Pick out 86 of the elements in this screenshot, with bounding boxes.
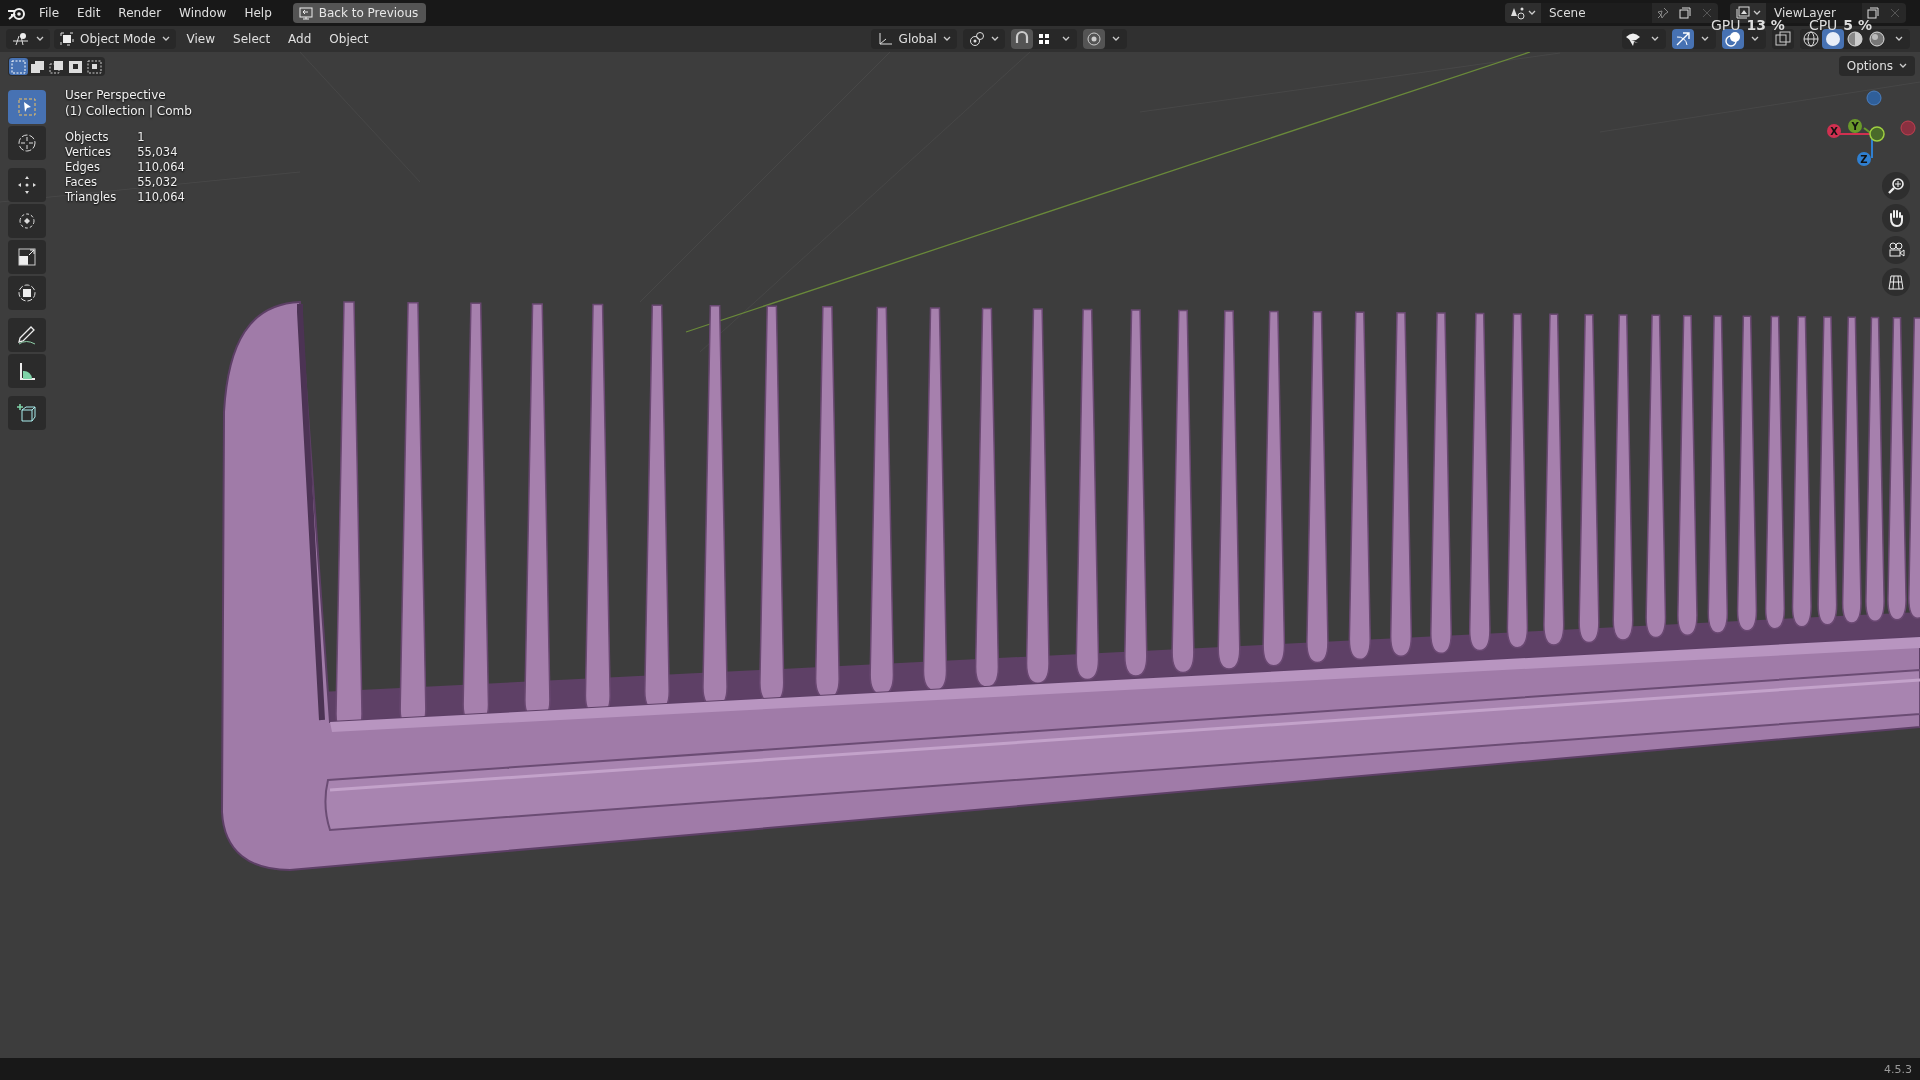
menu-item[interactable]: Object (322, 30, 376, 48)
menu-item[interactable]: File (32, 4, 67, 22)
transform-icon (16, 282, 38, 304)
select-invert-icon[interactable] (67, 58, 84, 75)
view3d-icon (12, 32, 30, 46)
scene-selector[interactable] (1505, 3, 1541, 23)
mode-dropdown[interactable]: Object Mode (54, 29, 176, 49)
view-name-label: User Perspective (65, 88, 167, 102)
add-cube-icon (16, 402, 38, 424)
menu-item[interactable]: View (179, 30, 223, 48)
tool-button[interactable] (8, 318, 46, 352)
caret-icon (1111, 36, 1120, 42)
overlay-icon[interactable] (1723, 29, 1743, 49)
editor-type-button[interactable] (6, 29, 50, 49)
tool-button[interactable] (8, 354, 46, 388)
snap-target-icon[interactable] (1037, 33, 1050, 45)
tool-button[interactable] (8, 168, 46, 202)
caret-icon (1701, 36, 1709, 42)
stat-label: Edges (65, 160, 101, 174)
axes-icon (876, 31, 893, 47)
caret-icon (1751, 36, 1759, 42)
zoom-icon[interactable] (1886, 176, 1906, 196)
stat-label: Triangles (65, 190, 118, 204)
caret-icon (1061, 36, 1070, 42)
material-sphere-icon[interactable] (1845, 29, 1865, 49)
axis-label: Z (1860, 154, 1868, 165)
caret-icon (1899, 63, 1907, 69)
image-stack-icon (1735, 6, 1751, 20)
wireframe-sphere-icon[interactable] (1801, 29, 1821, 49)
menu-item[interactable]: Help (237, 4, 279, 22)
navigation-gizmo[interactable]: X Y Z (1827, 90, 1916, 166)
stat-label: Faces (65, 175, 98, 189)
caret-icon (1528, 10, 1536, 16)
select-extend-icon[interactable] (29, 58, 46, 75)
grid-icon[interactable] (1886, 272, 1906, 292)
xray-icon[interactable] (1773, 29, 1793, 49)
camera-icon[interactable] (1886, 240, 1906, 260)
tool-button[interactable] (8, 276, 46, 310)
pencil-icon (16, 324, 38, 346)
scene-icon (1510, 6, 1526, 20)
monitor-icon (298, 6, 313, 20)
pivot-dropdown[interactable] (962, 29, 1005, 49)
caret-icon (1753, 10, 1761, 16)
rotate-icon (16, 210, 38, 232)
select-intersect-icon[interactable] (86, 58, 103, 75)
app-logo-icon (6, 5, 28, 21)
back-to-previous-button[interactable]: Back to Previous (292, 3, 427, 23)
caret-icon (990, 36, 999, 42)
collection-label: (1) Collection | Comb (65, 104, 192, 118)
tool-button[interactable] (8, 396, 46, 430)
stat-value: 110,064 (137, 190, 186, 204)
stat-label: Objects (65, 130, 110, 144)
menu-item[interactable]: Select (226, 30, 278, 48)
menu-item[interactable]: Edit (70, 4, 108, 22)
stat-value: 110,064 (137, 160, 186, 174)
orientation-dropdown[interactable]: Global (870, 29, 957, 49)
solid-sphere-icon[interactable] (1823, 29, 1843, 49)
menu-item[interactable]: Add (281, 30, 319, 48)
scale-icon (16, 246, 38, 268)
stat-value: 55,032 (137, 175, 179, 189)
copy-icon[interactable] (1679, 7, 1691, 19)
tool-button[interactable] (8, 240, 46, 274)
stat-value: 55,034 (137, 145, 179, 159)
rendered-sphere-icon[interactable] (1867, 29, 1887, 49)
resource-label: GPU (1710, 17, 1741, 33)
axis-label: Y (1851, 121, 1859, 132)
select-subtract-icon[interactable] (48, 58, 65, 75)
caret-icon (942, 36, 951, 42)
copy-icon[interactable] (1867, 7, 1879, 19)
axis-label: X (1830, 126, 1838, 137)
move-icon (16, 174, 38, 196)
cursor-icon (16, 132, 38, 154)
version-label: 4.5.3 (1884, 1062, 1912, 1076)
stat-value: 1 (137, 130, 146, 144)
caret-icon (36, 36, 44, 42)
object-mode-icon (60, 32, 74, 46)
caret-icon (1895, 36, 1903, 42)
select-box-icon (16, 96, 38, 118)
pivot-icon (968, 31, 985, 47)
menu-item[interactable]: Render (111, 4, 169, 22)
caret-icon (161, 36, 170, 42)
caret-icon (1651, 36, 1659, 42)
stat-label: Vertices (65, 145, 112, 159)
options-dropdown[interactable]: Options (1838, 56, 1915, 76)
menu-item[interactable]: Window (172, 4, 234, 22)
name-field[interactable]: Scene (1541, 3, 1652, 23)
